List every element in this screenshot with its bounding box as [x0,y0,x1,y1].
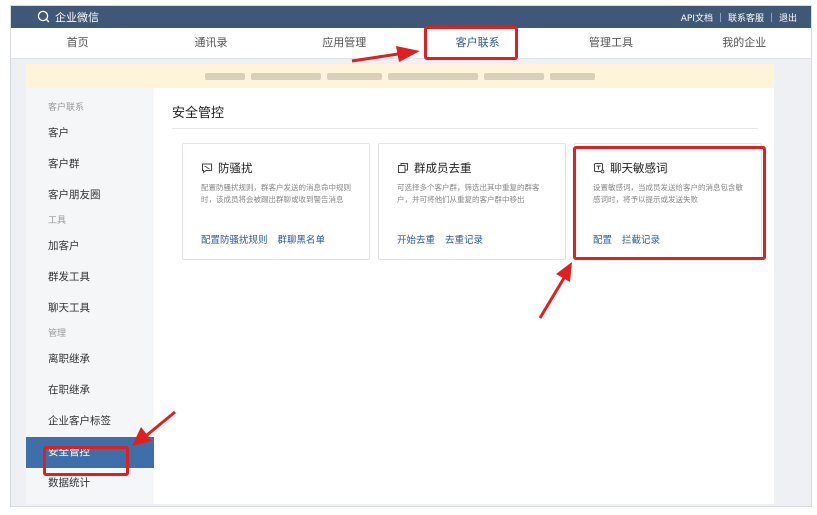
card-title: 群成员去重 [397,160,472,176]
highlight-box-sidebar [43,446,129,476]
brand[interactable]: 企业微信 [37,9,99,25]
sidebar-item-customer-tags[interactable]: 企业客户标签 [26,406,154,437]
highlight-box-nav [424,26,518,60]
top-bar: 企业微信 API文档 联系客服 退出 [11,6,811,28]
configure-anti-harassment-link[interactable]: 配置防骚扰规则 [201,232,268,246]
content-panel: 客户联系 客户 客户群 客户朋友圈 工具 加客户 群发工具 聊天工具 管理 离职… [26,64,774,504]
card-description: 可选择多个客户群，筛选出其中重复的群客户，并可将他们从重复的客户群中移出 [397,183,540,204]
start-dedup-link[interactable]: 开始去重 [397,232,435,246]
card-description: 配置防骚扰规则，群客户发送的消息命中规则时，该成员将会被踢出群聊或收到警告消息 [201,183,351,204]
sidebar-item-add-customer[interactable]: 加客户 [26,231,154,262]
dedup-records-link[interactable]: 去重记录 [445,232,483,246]
nav-contacts[interactable]: 通讯录 [144,28,277,58]
api-docs-link[interactable]: API文档 [681,11,713,24]
group-blacklist-link[interactable]: 群聊黑名单 [278,232,326,246]
nav-my-company[interactable]: 我的企业 [678,28,811,58]
card-title: 防骚扰 [201,160,253,176]
logout-link[interactable]: 退出 [779,11,797,24]
brand-name: 企业微信 [55,11,99,24]
card-title-text: 防骚扰 [218,161,253,175]
sidebar-item-customers[interactable]: 客户 [26,118,154,149]
sidebar-item-customer-groups[interactable]: 客户群 [26,149,154,180]
card-anti-harassment: 防骚扰 配置防骚扰规则，群客户发送的消息命中规则时，该成员将会被踢出群聊或收到警… [182,143,370,260]
page-title: 安全管控 [172,106,225,121]
contact-support-link[interactable]: 联系客服 [728,11,764,24]
notice-bar [26,64,774,88]
main-nav: 首页 通讯录 应用管理 客户联系 管理工具 我的企业 [11,28,811,59]
blurred-text [550,72,595,80]
sidebar-item-moments[interactable]: 客户朋友圈 [26,180,154,211]
sidebar-item-onjob-transfer[interactable]: 在职继承 [26,375,154,406]
title-divider [172,128,758,129]
sidebar-item-resigned-transfer[interactable]: 离职继承 [26,344,154,375]
blurred-text [327,72,382,80]
sidebar-item-mass-send[interactable]: 群发工具 [26,262,154,293]
card-links: 配置防骚扰规则 群聊黑名单 [201,232,325,246]
harassment-icon [202,163,212,174]
top-links: API文档 联系客服 退出 [681,11,797,24]
sidebar-group-management: 管理 [48,329,67,339]
sidebar-item-chat-tools[interactable]: 聊天工具 [26,293,154,324]
card-member-dedup: 群成员去重 可选择多个客户群，筛选出其中重复的群客户，并可将他们从重复的客户群中… [378,143,566,260]
sidebar: 客户联系 客户 客户群 客户朋友圈 工具 加客户 群发工具 聊天工具 管理 离职… [26,88,154,504]
highlight-box-card [573,146,766,260]
nav-app-management[interactable]: 应用管理 [278,28,411,58]
blurred-text [251,72,321,80]
nav-home[interactable]: 首页 [11,28,144,58]
blurred-text [484,72,544,80]
sidebar-group-tools: 工具 [48,216,67,226]
wecom-logo-icon [37,10,50,23]
blurred-text [205,72,245,80]
separator [770,12,772,22]
separator [719,12,721,22]
nav-management-tools[interactable]: 管理工具 [544,28,677,58]
card-title-text: 群成员去重 [414,161,472,175]
sidebar-group-customer-contact: 客户联系 [48,103,85,113]
dedup-icon [398,163,408,173]
card-links: 开始去重 去重记录 [397,232,483,246]
blurred-text [388,72,478,80]
